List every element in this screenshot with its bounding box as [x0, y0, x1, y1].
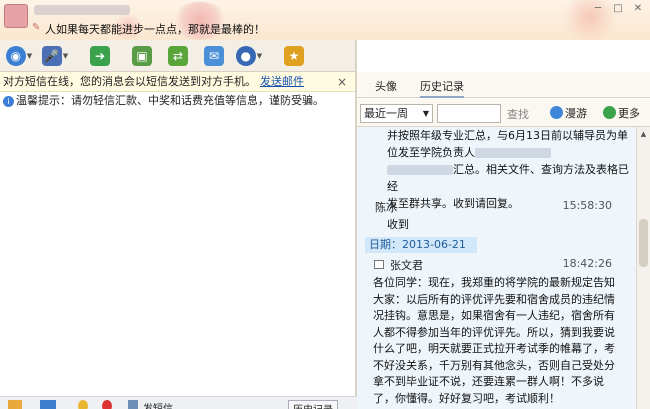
message-sender: 陈冰 [375, 201, 397, 214]
message-text: 收到 [387, 218, 409, 231]
message-line: 大家：以后所有的评优评先要和宿舍成员的违纪情 [373, 292, 615, 306]
send-email-link[interactable]: 发送邮件 [260, 75, 304, 88]
envelope-icon: ✉ [204, 46, 224, 66]
minimize-button[interactable]: ─ [590, 3, 606, 15]
emoticon-tab-icon[interactable] [40, 400, 56, 409]
gift-icon[interactable] [102, 400, 112, 409]
message-line: 各位同学：现在，我郑重的将学院的最新规定告知 [373, 276, 615, 289]
chevron-down-icon: ▼ [422, 109, 429, 118]
screen-icon: ▣ [132, 46, 152, 66]
history-log[interactable]: 并按照年级专业汇总，与6月13日前以辅导员为单 位发至学院负责人 汇总。相关文件… [357, 127, 636, 409]
message-time: 15:58:30 [562, 199, 612, 212]
message-line: 汇总。相关文件、查询方法及表格已经 [387, 163, 629, 193]
sms-notice-text: 对方短信在线，您的消息会以短信发送到对方手机。 [3, 75, 256, 88]
create-group-button[interactable]: ● ▼ [234, 44, 264, 68]
roaming-label: 漫游 [565, 107, 587, 120]
sms-icon[interactable] [128, 400, 138, 409]
message-line: 并按照年级专业汇总，与6月13日前以辅导员为单 [387, 129, 628, 142]
close-window-button[interactable]: ✕ [630, 3, 646, 15]
microphone-icon: 🎤 [41, 46, 62, 66]
chevron-down-icon: ▼ [256, 52, 263, 60]
message-sender: 张文君 [390, 259, 423, 272]
send-file-button[interactable]: ➔ [85, 44, 115, 68]
message-line: 不好没关系，千万别有其他念头，否则自己受处分 [373, 358, 615, 372]
globe-icon [550, 106, 563, 119]
right-panel-tabs: 头像 历史记录 [357, 72, 650, 98]
info-icon: i [3, 96, 14, 107]
message-area[interactable] [0, 110, 355, 396]
message-time: 18:42:26 [562, 257, 612, 270]
date-range-select[interactable]: 最近一周 ▼ [360, 104, 433, 123]
history-scrollbar[interactable]: ▲ [636, 127, 650, 409]
tab-history[interactable]: 历史记录 [420, 78, 464, 98]
scroll-up-icon[interactable]: ▲ [637, 127, 650, 141]
voice-call-button[interactable]: 🎤 ▼ [40, 44, 70, 68]
chevron-down-icon: ▼ [62, 52, 69, 60]
video-call-button[interactable]: ◉ ▼ [4, 44, 34, 68]
apps-button[interactable]: ★ [279, 44, 309, 68]
maximize-button[interactable]: □ [610, 3, 626, 15]
arrow-right-icon: ➔ [90, 46, 110, 66]
chevron-down-icon: ▼ [26, 52, 33, 60]
more-label: 更多 [618, 107, 640, 120]
message-line: 位发至学院负责人 [387, 144, 630, 161]
scroll-thumb[interactable] [639, 219, 648, 267]
send-sms-label[interactable]: 发短信 [143, 400, 173, 409]
message-line: 了，你懂得。好好复习吧，考试顺利！ [373, 391, 560, 405]
history-search-input[interactable] [437, 104, 501, 123]
roaming-button[interactable]: 漫游 [550, 105, 587, 121]
close-notice-button[interactable]: × [337, 72, 347, 92]
more-button[interactable]: 更多 [603, 105, 640, 121]
history-toolbar: 最近一周 ▼ 查找 漫游 更多 [357, 99, 650, 127]
message-line: 人都不得参加当年的评优评先。所以，猜到我要说 [373, 325, 615, 339]
history-message: 各位同学：现在，我郑重的将学院的最新规定告知 大家：以后所有的评优评先要和宿舍成… [373, 275, 633, 407]
contact-signature: 人如果每天都能进步一点点，那就是最棒的！ [45, 23, 265, 36]
tab-avatar[interactable]: 头像 [375, 78, 397, 94]
message-line: 什么了吧，明天就要正式拉开考试季的帷幕了，考 [373, 342, 615, 355]
contact-avatar[interactable] [4, 4, 28, 28]
search-button[interactable]: 查找 [507, 106, 529, 122]
sms-notice-bar: 对方短信在线，您的消息会以短信发送到对方手机。 发送邮件 × [0, 72, 355, 92]
redacted-name [387, 165, 453, 175]
message-line: 拿不到毕业证不说，还要连累一群人啊！不多说 [373, 375, 604, 388]
screen-share-button[interactable]: ▣ [127, 44, 157, 68]
redacted-name [475, 148, 551, 158]
smiley-icon[interactable] [78, 400, 88, 409]
group-icon: ● [235, 46, 256, 66]
video-camera-icon: ◉ [5, 46, 26, 66]
remote-desktop-icon: ⇄ [168, 46, 188, 66]
safety-tip-text: 温馨提示：请勿轻信汇款、中奖和话费充值等信息，谨防受骗。 [16, 94, 324, 107]
safety-tip: i 温馨提示：请勿轻信汇款、中奖和话费充值等信息，谨防受骗。 [0, 92, 355, 110]
font-icon[interactable] [8, 400, 22, 409]
history-button[interactable]: 历史记录 [288, 400, 338, 409]
map-pin-icon: ★ [284, 46, 304, 66]
contact-name [34, 5, 130, 15]
chat-header-banner: ✎ 人如果每天都能进步一点点，那就是最棒的！ ─ □ ✕ [0, 0, 650, 40]
date-separator: 日期：2013-06-21 [365, 237, 477, 253]
sms-icon [374, 260, 384, 269]
remote-assist-button[interactable]: ⇄ [163, 44, 193, 68]
input-toolbar: 发短信 历史记录 [0, 396, 357, 409]
email-button[interactable]: ✉ [199, 44, 229, 68]
date-range-value: 最近一周 [364, 107, 408, 120]
message-line: 况挂钩。意思是，如果宿舍有一人违纪，宿舍所有 [373, 309, 615, 322]
chat-toolbar: ◉ ▼ 🎤 ▼ ➔ ▣ ⇄ ✉ ● ▼ ★ [0, 40, 355, 72]
signature-icon: ✎ [32, 22, 41, 33]
more-icon [603, 106, 616, 119]
